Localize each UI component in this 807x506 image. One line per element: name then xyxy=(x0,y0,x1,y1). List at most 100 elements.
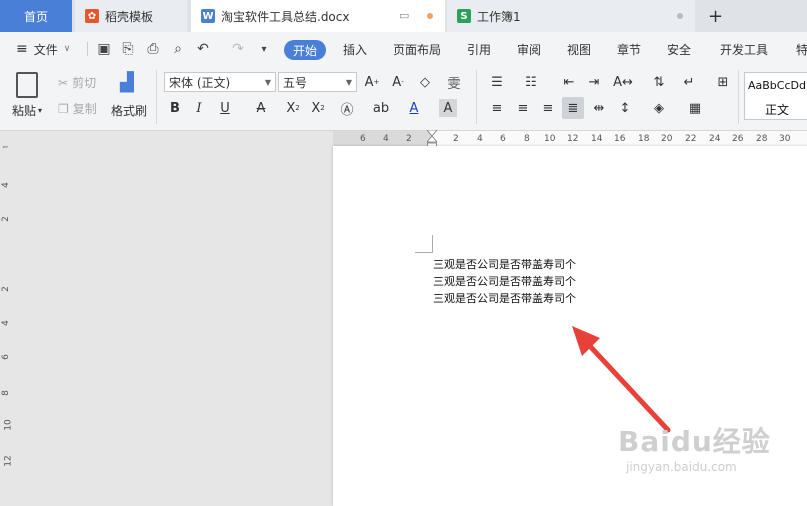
style-name: 正文 xyxy=(765,103,790,117)
font-color-icon[interactable]: A xyxy=(405,99,423,117)
font-name-combo[interactable]: 宋体 (正文) ▼ xyxy=(164,72,276,92)
cut-button[interactable]: ✂ 剪切 xyxy=(58,74,96,91)
document-line[interactable]: 三观是否公司是否带盖寿司个 xyxy=(433,256,576,272)
ruler-number: 4 xyxy=(477,134,483,144)
borders-icon[interactable]: ▦ xyxy=(686,99,704,117)
highlight-icon[interactable]: ab xyxy=(372,99,390,117)
scissors-icon: ✂ xyxy=(58,75,69,90)
tab-home[interactable]: 首页 xyxy=(0,0,72,32)
menu-start[interactable]: 开始 xyxy=(284,40,326,60)
undo-icon[interactable]: ↶ xyxy=(195,41,211,57)
ruler-number: 6 xyxy=(500,134,506,144)
watermark-main: Baidu经验 xyxy=(618,425,771,458)
tab-document-label: 淘宝软件工具总结.docx xyxy=(221,9,350,24)
italic-icon[interactable]: I xyxy=(190,99,208,117)
pinyin-guide-icon[interactable]: 雯 xyxy=(445,73,463,92)
font-size-combo[interactable]: 五号 ▼ xyxy=(278,72,357,92)
line-break-icon[interactable]: ↵ xyxy=(680,73,698,91)
subscript-icon[interactable]: X2 xyxy=(309,99,327,117)
justify-icon[interactable]: ≣ xyxy=(562,97,584,119)
shrink-font-icon[interactable]: A- xyxy=(389,73,407,91)
menu-references[interactable]: 引用 xyxy=(467,32,491,66)
menu-review[interactable]: 审阅 xyxy=(517,32,541,66)
tab-template-label: 稻壳模板 xyxy=(105,9,154,24)
ruler-number: 6 xyxy=(0,354,11,360)
numbered-list-icon[interactable]: ☷ xyxy=(522,73,540,91)
clear-format-icon[interactable]: ◇ xyxy=(416,73,434,91)
char-spacing-icon[interactable]: A↔ xyxy=(613,73,633,91)
baidu-watermark: Baidu经验 jingyan.baidu.com xyxy=(618,420,771,474)
ruler-number: 4 xyxy=(0,320,11,326)
paste-icon[interactable] xyxy=(16,72,38,98)
char-shading-icon[interactable]: A xyxy=(439,99,457,117)
strikethrough-icon[interactable]: A xyxy=(252,99,270,117)
font-name-dropdown-icon: ▼ xyxy=(264,78,271,87)
menu-special[interactable]: 特 xyxy=(796,32,807,66)
tab-sheet-close-dot-icon[interactable] xyxy=(677,13,683,19)
group-divider xyxy=(738,70,739,124)
tab-sheet[interactable]: S 工作簿1 xyxy=(447,0,695,32)
paste-button[interactable]: 粘贴 ▾ xyxy=(12,102,42,119)
ruler-number: 24 xyxy=(709,134,721,144)
add-tab-button[interactable]: + xyxy=(708,6,723,27)
text-effect-icon[interactable]: Ⓐ xyxy=(338,99,356,118)
ruler-number: 2 xyxy=(406,134,412,144)
shading-icon[interactable]: ◈ xyxy=(650,99,668,117)
font-name-value: 宋体 (正文) xyxy=(169,75,231,90)
menu-view[interactable]: 视图 xyxy=(567,32,591,66)
decrease-indent-icon[interactable]: ⇤ xyxy=(560,73,578,91)
underline-icon[interactable]: U xyxy=(216,99,234,117)
increase-indent-icon[interactable]: ⇥ xyxy=(585,73,603,91)
print-icon[interactable]: ⎙ xyxy=(145,41,161,57)
menu-developer[interactable]: 开发工具 xyxy=(720,32,768,66)
export-icon[interactable]: ⎘ xyxy=(120,41,136,57)
ruler-number: 26 xyxy=(732,134,744,144)
bullet-list-icon[interactable]: ☰ xyxy=(488,73,506,91)
customize-chevron-icon[interactable]: ▾ xyxy=(256,41,272,57)
ruler-number: 8 xyxy=(0,390,11,396)
monitor-icon[interactable]: ▭ xyxy=(399,9,409,22)
document-line[interactable]: 三观是否公司是否带盖寿司个 xyxy=(433,290,576,306)
indent-marker-icon[interactable] xyxy=(426,129,438,151)
menu-insert[interactable]: 插入 xyxy=(343,32,367,66)
file-menu[interactable]: ≡ 文件 ∨ xyxy=(16,32,70,66)
grow-font-icon[interactable]: A + xyxy=(363,73,381,91)
distributed-align-icon[interactable]: ⇹ xyxy=(590,99,608,117)
ruler-number: 2 xyxy=(0,216,11,222)
menu-bar: ≡ 文件 ∨ ▣ ⎘ ⎙ ⌕ ↶ ↷ ▾ 插入 页面布局 引用 审阅 视图 章节… xyxy=(0,32,807,66)
line-spacing-icon[interactable]: ↕ xyxy=(616,99,634,117)
unsaved-dot-icon[interactable] xyxy=(427,13,433,19)
ruler-number: 4 xyxy=(0,182,11,188)
menu-security[interactable]: 安全 xyxy=(667,32,691,66)
show-marks-icon[interactable]: ⊞ xyxy=(714,73,732,91)
margin-corner-mark xyxy=(415,252,432,253)
ribbon: 粘贴 ▾ ✂ 剪切 ❐ 复制 ▟ 格式刷 宋体 (正文) ▼ 五号 ▼ A + A… xyxy=(0,66,807,131)
ruler-number: 4 xyxy=(383,134,389,144)
copy-button[interactable]: ❐ 复制 xyxy=(58,100,97,117)
brush-icon[interactable]: ▟ xyxy=(120,72,138,94)
font-size-value: 五号 xyxy=(283,75,308,90)
save-icon[interactable]: ▣ xyxy=(96,41,112,57)
menu-divider xyxy=(87,42,88,56)
menu-page-layout[interactable]: 页面布局 xyxy=(393,32,441,66)
tab-template[interactable]: ✿ 稻壳模板 xyxy=(75,0,187,32)
menu-chapter[interactable]: 章节 xyxy=(617,32,641,66)
tab-bar: 首页 ✿ 稻壳模板 W 淘宝软件工具总结.docx ▭ S 工作簿1 + xyxy=(0,0,807,32)
paste-label: 粘贴 xyxy=(12,104,37,118)
vertical-ruler[interactable]: 4 2 2 4 6 8 10 12 xyxy=(0,148,17,500)
align-left-icon[interactable]: ≡ xyxy=(488,99,506,117)
redo-icon[interactable]: ↷ xyxy=(230,41,246,57)
group-divider xyxy=(156,70,157,124)
superscript-icon[interactable]: X2 xyxy=(284,99,302,117)
tab-document[interactable]: W 淘宝软件工具总结.docx ▭ xyxy=(191,0,445,32)
align-center-icon[interactable]: ≡ xyxy=(514,99,532,117)
document-line[interactable]: 三观是否公司是否带盖寿司个 xyxy=(433,273,576,289)
align-right-icon[interactable]: ≡ xyxy=(539,99,557,117)
sort-icon[interactable]: ⇅ xyxy=(650,73,668,91)
bold-icon[interactable]: B xyxy=(166,99,184,117)
ruler-number: 8 xyxy=(524,134,530,144)
ruler-number: 10 xyxy=(544,134,556,144)
format-painter-button[interactable]: 格式刷 xyxy=(111,102,147,119)
style-normal[interactable]: AaBbCcDd 正文 xyxy=(744,72,807,120)
print-preview-icon[interactable]: ⌕ xyxy=(170,41,186,57)
